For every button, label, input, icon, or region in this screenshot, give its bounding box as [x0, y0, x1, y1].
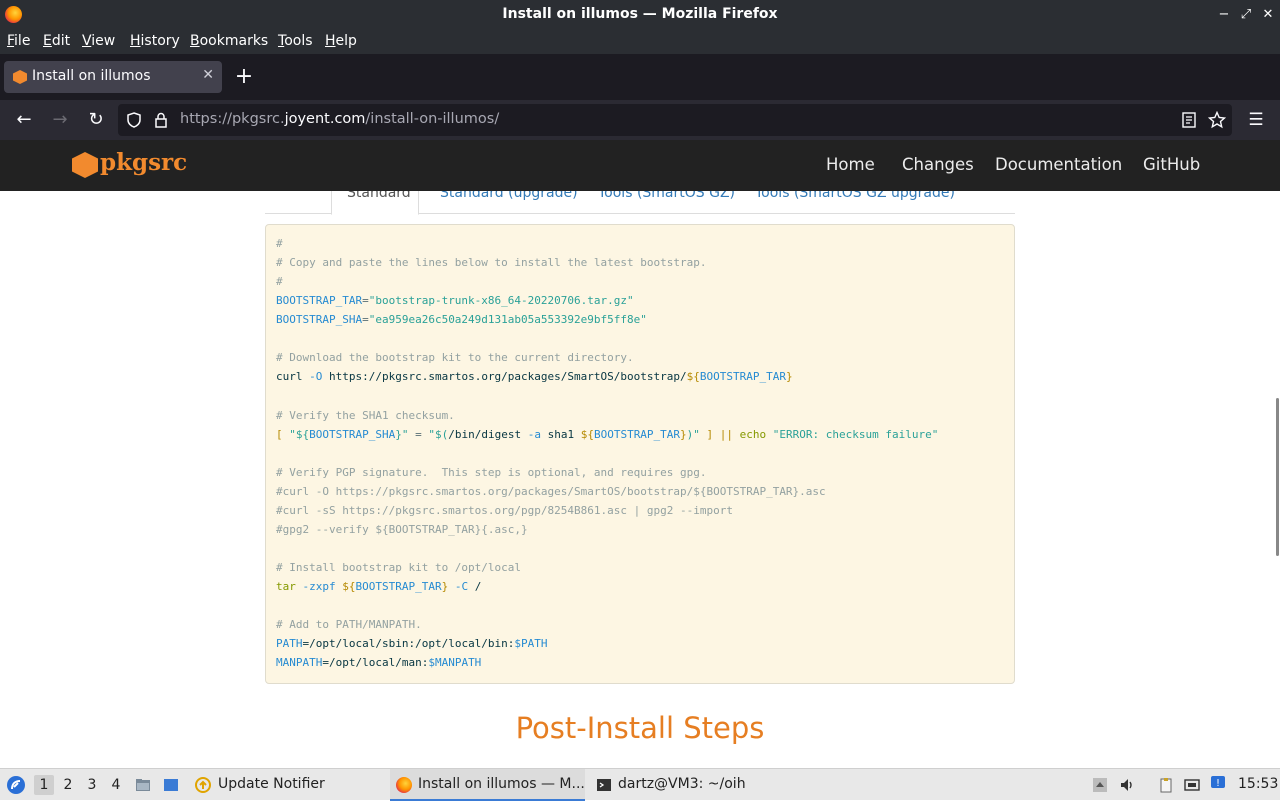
code-line: PATH=/opt/local/sbin:/opt/local/bin:$PAT…: [276, 637, 548, 650]
task-terminal[interactable]: dartz@VM3: ~/oih: [590, 769, 770, 801]
task-update-notifier[interactable]: Update Notifier: [190, 769, 370, 801]
window-titlebar: Install on illumos — Mozilla Firefox − ⤢…: [0, 0, 1280, 29]
new-tab-icon[interactable]: +: [233, 64, 255, 90]
url-text[interactable]: https://pkgsrc.joyent.com/install-on-ill…: [180, 111, 499, 127]
nav-changes[interactable]: Changes: [902, 155, 974, 174]
tab-title: Install on illumos: [32, 68, 151, 84]
url-domain: joyent.com: [284, 111, 366, 127]
hamburger-menu-icon[interactable]: ☰: [1244, 108, 1268, 132]
reader-view-icon[interactable]: [1182, 112, 1196, 128]
close-window-button[interactable]: ✕: [1257, 0, 1279, 29]
shield-icon[interactable]: [126, 112, 142, 128]
taskbar: 1 2 3 4 Update Notifier Install on illum…: [0, 768, 1280, 801]
menu-tools[interactable]: Tools: [278, 33, 313, 49]
code-line: # Download the bootstrap kit to the curr…: [276, 351, 634, 364]
code-line: BOOTSTRAP_TAR="bootstrap-trunk-x86_64-20…: [276, 294, 634, 307]
menu-help[interactable]: Help: [325, 33, 357, 49]
tab-tools-smartos-gz[interactable]: Tools (SmartOS GZ): [598, 191, 735, 201]
code-line: # Verify PGP signature. This step is opt…: [276, 466, 707, 479]
code-line: #: [276, 275, 283, 288]
url-prefix: https://pkgsrc.: [180, 111, 285, 127]
browser-tab[interactable]: Install on illumos ✕: [4, 61, 222, 93]
nav-github[interactable]: GitHub: [1143, 155, 1200, 174]
minimize-button[interactable]: −: [1213, 0, 1235, 29]
firefox-icon: [5, 6, 22, 23]
code-line: # Copy and paste the lines below to inst…: [276, 256, 707, 269]
code-line: # Verify the SHA1 checksum.: [276, 409, 455, 422]
url-bar[interactable]: https://pkgsrc.joyent.com/install-on-ill…: [118, 104, 1232, 136]
menu-edit[interactable]: Edit: [43, 33, 70, 49]
tab-standard-upgrade[interactable]: Standard (upgrade): [440, 191, 578, 201]
scrollbar-thumb[interactable]: [1276, 398, 1279, 556]
clock[interactable]: 15:53: [1238, 776, 1278, 792]
install-tabs: Standard Standard (upgrade) Tools (Smart…: [265, 191, 1015, 215]
tab-strip: Install on illumos ✕ +: [0, 54, 1280, 100]
workspace-4[interactable]: 4: [106, 775, 126, 795]
clipboard-icon[interactable]: [1158, 777, 1174, 793]
workspace-1[interactable]: 1: [34, 775, 54, 795]
forward-arrow-icon[interactable]: →: [48, 108, 72, 132]
code-line: [ "${BOOTSTRAP_SHA}" = "$(/bin/digest -a…: [276, 428, 939, 441]
maximize-button[interactable]: ⤢: [1235, 0, 1257, 29]
notification-icon[interactable]: !: [1210, 775, 1226, 791]
section-heading: Post-Install Steps: [515, 711, 765, 745]
tray-up-arrow-icon[interactable]: [1092, 777, 1108, 793]
menubar: File Edit View History Bookmarks Tools H…: [0, 29, 1280, 54]
task-label: Install on illumos — M...: [418, 776, 585, 792]
code-line: #curl -sS https://pkgsrc.smartos.org/pgp…: [276, 504, 733, 517]
terminal-icon: [597, 779, 611, 791]
tab-tools-smartos-gz-upgrade[interactable]: Tools (SmartOS GZ upgrade): [755, 191, 955, 201]
tab-standard[interactable]: Standard: [347, 191, 411, 201]
menu-view[interactable]: View: [82, 33, 115, 49]
lock-icon[interactable]: [154, 112, 168, 128]
site-header: pkgsrc Home Changes Documentation GitHub: [0, 140, 1280, 191]
code-line: tar -zxpf ${BOOTSTRAP_TAR} -C /: [276, 580, 482, 593]
menu-history[interactable]: History: [130, 33, 180, 49]
start-menu-icon[interactable]: [6, 775, 26, 795]
task-label: dartz@VM3: ~/oih: [618, 776, 746, 792]
code-line: # Add to PATH/MANPATH.: [276, 618, 422, 631]
bookmark-star-icon[interactable]: [1208, 111, 1226, 129]
back-arrow-icon[interactable]: ←: [12, 108, 36, 132]
task-label: Update Notifier: [218, 776, 325, 792]
menu-bookmarks[interactable]: Bookmarks: [190, 33, 268, 49]
workspace-3[interactable]: 3: [82, 775, 102, 795]
code-line: #curl -O https://pkgsrc.smartos.org/pack…: [276, 485, 826, 498]
update-notifier-icon: [195, 777, 211, 793]
code-line: MANPATH=/opt/local/man:$MANPATH: [276, 656, 482, 669]
nav-home[interactable]: Home: [826, 155, 875, 174]
code-line: curl -O https://pkgsrc.smartos.org/packa…: [276, 370, 793, 383]
code-line: BOOTSTRAP_SHA="ea959ea26c50a249d131ab05a…: [276, 313, 647, 326]
file-manager-icon[interactable]: [135, 777, 151, 793]
window-title: Install on illumos — Mozilla Firefox: [502, 6, 778, 22]
task-firefox[interactable]: Install on illumos — M...: [390, 769, 585, 801]
volume-icon[interactable]: [1119, 777, 1135, 793]
close-tab-icon[interactable]: ✕: [202, 67, 214, 83]
code-line: # Install bootstrap kit to /opt/local: [276, 561, 522, 574]
network-icon[interactable]: [1184, 777, 1200, 793]
reload-icon[interactable]: ↻: [84, 108, 108, 132]
pkgsrc-favicon-icon: [13, 70, 27, 84]
url-path: /install-on-illumos/: [365, 111, 500, 127]
pkgsrc-logo-icon[interactable]: [72, 152, 98, 178]
code-line: #: [276, 237, 283, 250]
page-content: Standard Standard (upgrade) Tools (Smart…: [0, 191, 1272, 768]
code-line: #gpg2 --verify ${BOOTSTRAP_TAR}{.asc,}: [276, 523, 528, 536]
workspace-2[interactable]: 2: [58, 775, 78, 795]
site-logo-text[interactable]: pkgsrc: [100, 149, 187, 176]
firefox-icon: [396, 777, 412, 793]
code-block[interactable]: # # Copy and paste the lines below to in…: [265, 224, 1015, 684]
show-desktop-icon[interactable]: [163, 777, 179, 793]
menu-file[interactable]: File: [7, 33, 30, 49]
navigation-toolbar: ← → ↻ https://pkgsrc.joyent.com/install-…: [0, 100, 1280, 140]
svg-text:!: !: [1216, 778, 1220, 789]
nav-documentation[interactable]: Documentation: [995, 155, 1122, 174]
